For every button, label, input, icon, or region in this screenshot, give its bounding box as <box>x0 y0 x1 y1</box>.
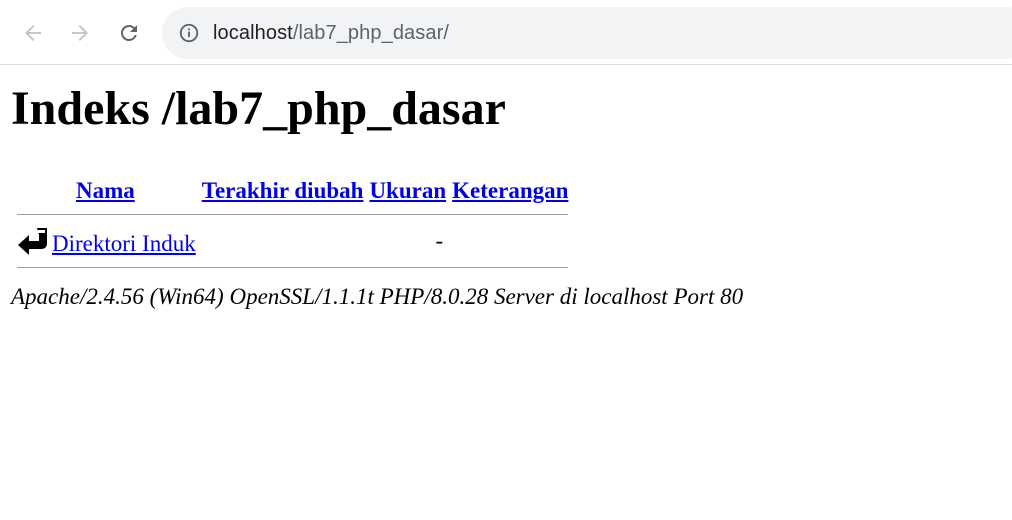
divider <box>17 214 569 215</box>
column-header-name: Nama <box>55 178 196 204</box>
reload-icon <box>121 25 137 41</box>
table-row: Direktori Induk - <box>17 225 568 257</box>
sort-by-size-link[interactable]: Ukuran <box>369 178 446 203</box>
separator-row <box>17 206 569 223</box>
back-button[interactable] <box>17 17 49 49</box>
icon-column-header <box>17 178 49 204</box>
page-title: Indeks /lab7_php_dasar <box>11 82 506 135</box>
table-header-row: Nama Terakhir diubah Ukuran Keterangan <box>17 178 568 204</box>
url-path: /lab7_php_dasar/ <box>292 21 450 44</box>
column-header-modified: Terakhir diubah <box>202 178 364 204</box>
forward-button[interactable] <box>64 17 96 49</box>
separator-row <box>17 259 569 276</box>
row-size-cell: - <box>435 228 444 253</box>
arrow-right-icon <box>72 25 88 41</box>
info-icon[interactable] <box>178 22 200 44</box>
reload-button[interactable] <box>113 17 145 49</box>
sort-by-modified-link[interactable]: Terakhir diubah <box>202 178 364 203</box>
row-name-cell: Direktori Induk <box>17 225 196 257</box>
server-signature: Apache/2.4.56 (Win64) OpenSSL/1.1.1t PHP… <box>11 284 744 309</box>
column-header-size: Ukuran <box>369 178 446 204</box>
row-description-cell <box>452 225 568 257</box>
arrow-left-icon <box>25 25 41 41</box>
url-host: localhost <box>213 21 293 44</box>
row-modified-cell <box>202 225 364 257</box>
address-bar[interactable]: localhost/lab7_php_dasar/ <box>162 7 1012 59</box>
sort-by-name-link[interactable]: Nama <box>76 178 135 203</box>
url-text: localhost/lab7_php_dasar/ <box>213 22 449 45</box>
back-folder-icon <box>17 225 49 257</box>
directory-listing-table: Nama Terakhir diubah Ukuran Keterangan D… <box>11 176 574 278</box>
parent-directory-link[interactable]: Direktori Induk <box>52 231 196 256</box>
page-content: Indeks /lab7_php_dasar Nama Terakhir diu… <box>0 81 1012 310</box>
sort-by-description-link[interactable]: Keterangan <box>452 178 568 203</box>
column-header-description: Keterangan <box>452 178 568 204</box>
browser-toolbar: localhost/lab7_php_dasar/ <box>0 0 1012 65</box>
divider <box>17 267 569 268</box>
